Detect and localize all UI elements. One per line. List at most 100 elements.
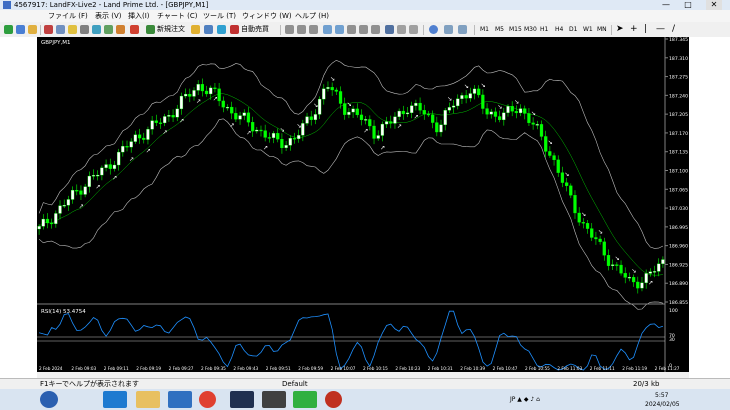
navigator-icon[interactable] [56,25,65,34]
candle-body [527,113,531,124]
indicators-icon[interactable] [385,25,394,34]
timeframe-d1[interactable]: D1 [569,25,577,35]
line-app-icon[interactable] [293,391,317,408]
horizontal-line-icon[interactable]: — [656,24,665,35]
candle-body [129,141,133,148]
candle-body [192,90,196,97]
bar-chart-icon[interactable] [285,25,294,34]
menu-help[interactable]: ヘルプ (H) [295,10,329,22]
candle-body [661,259,665,264]
metatrader-icon[interactable] [230,391,254,408]
ie-icon[interactable] [103,391,127,408]
recorder-icon[interactable] [325,391,342,408]
candle-body [611,264,615,266]
timeframe-h1[interactable]: H1 [540,25,548,35]
vertical-line-icon[interactable]: | [644,24,647,35]
menu-view[interactable]: 表示 (V) [95,10,121,22]
market-watch-icon[interactable] [44,25,53,34]
timeframe-mn[interactable]: MN [597,25,607,35]
candle-body [87,175,91,187]
zoom-out-icon[interactable] [335,25,344,34]
new-chart-icon[interactable] [4,25,13,34]
candle-body [439,124,443,133]
price-tick-label: 187.275 [669,75,688,81]
objects-icon[interactable] [444,25,453,34]
timeframe-m1[interactable]: M1 [480,25,489,35]
toolbar-separator [474,25,475,35]
zoom-in-icon[interactable] [323,25,332,34]
menu-chart[interactable]: チャート (C) [157,10,198,22]
title-bar: 4567917: LandFX-Live2 - Land Prime Ltd. … [0,0,730,10]
new-order-button[interactable]: 新規注文 [157,24,185,35]
buy-arrow-icon: ↗ [146,147,151,154]
window-title: 4567917: LandFX-Live2 - Land Prime Ltd. … [14,1,209,9]
rsi-tick-label: 100 [669,308,678,314]
timeframe-h4[interactable]: H4 [555,25,563,35]
metaeditor-icon[interactable] [191,25,200,34]
chart-template-icon[interactable] [458,25,467,34]
price-tick-label: 186.995 [669,225,688,231]
chart-window[interactable]: ↗ ↗ ↗ ↗ ↗ ↗ ↗ ↗ ↗ ↗ ↗ ↗ ↗ ↗ ↗ ↗ ↗ ↘ ↘ ↘ ↘ ↘ ↘ ↘ ↘ ↘ ↘ ↘ ↘ ↘ ↘ ↘ ↘ ↘ GBPJP… [37,37,689,372]
candle-body [58,205,62,214]
history-icon[interactable] [104,25,113,34]
period-icon[interactable] [397,25,406,34]
candle-body [652,271,657,273]
close-button[interactable]: ✕ [706,0,722,10]
candle-body [330,87,334,91]
clock-date: 2024/02/05 [645,401,680,408]
profiles-icon[interactable] [16,25,25,34]
candle-body [50,222,54,225]
template-icon[interactable] [409,25,418,34]
refresh-icon[interactable] [92,25,101,34]
chrome-icon[interactable] [199,391,216,408]
time-tick-label: 2 Feb 10:39 [460,366,485,371]
candle-body [481,94,485,109]
menu-file[interactable]: ファイル (F) [48,10,88,22]
explorer-icon[interactable] [136,391,160,408]
app-icon-1[interactable] [262,391,286,408]
minimize-button[interactable]: — [658,0,674,10]
candlestick-icon[interactable] [297,25,306,34]
buy-arrow-icon: ↗ [364,127,369,134]
timeframe-m15[interactable]: M15 [509,25,522,35]
price-tick-label: 186.925 [669,262,688,268]
timeframe-m30[interactable]: M30 [524,25,537,35]
candle-body [117,151,121,166]
crosshair-icon[interactable]: + [630,24,638,35]
tile-windows-icon[interactable] [347,25,356,34]
chart-canvas[interactable]: ↗ ↗ ↗ ↗ ↗ ↗ ↗ ↗ ↗ ↗ ↗ ↗ ↗ ↗ ↗ ↗ ↗ ↘ ↘ ↘ ↘ ↘ ↘ ↘ ↘ ↘ ↘ ↘ ↘ ↘ ↘ ↘ ↘ ↘ GBPJP… [37,37,689,372]
signals-icon[interactable] [204,25,213,34]
price-tick-label: 187.240 [669,93,688,99]
menu-tools[interactable]: ツール (T) [203,10,236,22]
autoscroll-icon[interactable] [359,25,368,34]
maximize-button[interactable]: □ [680,0,696,10]
time-tick-label: 2 Feb 11:27 [655,366,680,371]
auto-trade-button[interactable]: 自動売買 [241,24,269,35]
start-button[interactable] [40,391,58,408]
chart-shift-icon[interactable] [371,25,380,34]
sell-arrow-icon: ↘ [531,110,536,117]
open-folder-icon[interactable] [28,25,37,34]
tester-icon[interactable] [80,25,89,34]
timeframe-m5[interactable]: M5 [495,25,504,35]
clock-icon[interactable] [429,25,438,34]
terminal-icon[interactable] [68,25,77,34]
alert-icon[interactable] [116,25,125,34]
menu-window[interactable]: ウィンドウ (W) [242,10,292,22]
timeframe-w1[interactable]: W1 [583,25,593,35]
line-chart-icon[interactable] [309,25,318,34]
market-icon[interactable] [217,25,226,34]
time-tick-label: 2 Feb 10:07 [331,366,356,371]
cursor-icon[interactable]: ➤ [616,24,624,35]
trendline-icon[interactable]: / [672,24,675,35]
strategy-icon[interactable] [130,25,139,34]
candle-body [334,89,338,92]
media-player-icon[interactable] [168,391,192,408]
menu-bar: ファイル (F) 表示 (V) 挿入(I) チャート (C) ツール (T) ウ… [0,10,730,22]
candle-body [317,98,322,115]
candle-body [309,116,313,120]
tray-icons[interactable]: JP ▲ ◆ ♪ ⌂ [510,396,540,404]
candle-body [137,134,142,139]
candle-body [41,218,45,227]
menu-insert[interactable]: 挿入(I) [128,10,150,22]
